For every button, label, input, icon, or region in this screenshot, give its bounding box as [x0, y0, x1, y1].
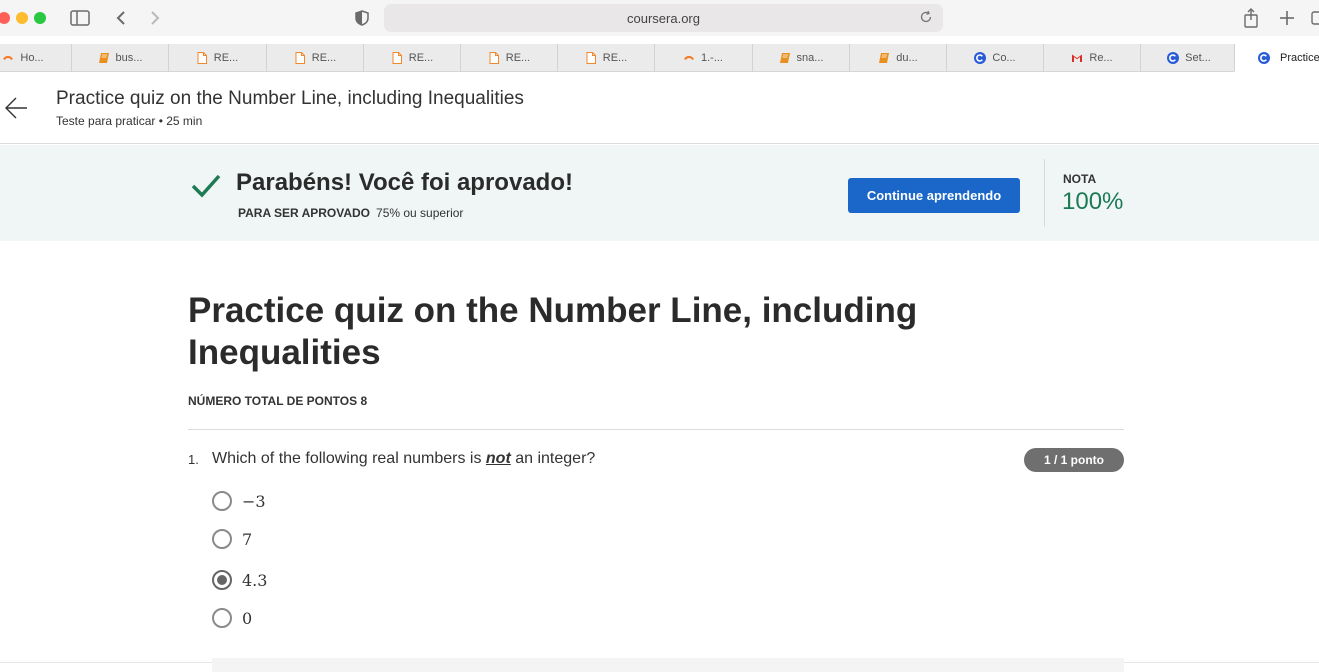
- new-tab-icon[interactable]: [1276, 6, 1298, 30]
- total-points: NÚMERO TOTAL DE PONTOS 8: [188, 394, 368, 408]
- header-subtitle: Teste para praticar • 25 min: [56, 114, 203, 128]
- grade-divider: [1044, 159, 1045, 227]
- tab-label: Practice: [1280, 51, 1319, 64]
- document-icon: [391, 52, 403, 64]
- answer-option-label: 0: [242, 608, 253, 628]
- tab-label: RE...: [213, 52, 239, 64]
- book-icon: [878, 52, 890, 64]
- share-icon[interactable]: [1240, 6, 1262, 30]
- answer-radio-selected[interactable]: [212, 570, 232, 590]
- answer-option-label: 4.3: [242, 570, 268, 590]
- tab[interactable]: bus...: [71, 44, 168, 72]
- document-icon: [488, 52, 500, 64]
- close-window-button[interactable]: [0, 12, 10, 24]
- question-text-after: an integer?: [510, 450, 596, 467]
- coursera-icon: [1258, 52, 1270, 64]
- pass-requirement: PARA SER APROVADO 75% ou superior: [238, 206, 463, 220]
- pass-requirement-value: 75% ou superior: [376, 206, 464, 220]
- section-divider: [188, 429, 1124, 430]
- tab-label: RE...: [311, 52, 337, 64]
- browser-back-icon[interactable]: [112, 6, 130, 30]
- document-icon: [585, 52, 597, 64]
- answer-option-label: 7: [242, 529, 253, 549]
- book-icon: [98, 52, 110, 64]
- tab[interactable]: sna...: [752, 44, 849, 72]
- pass-banner: Parabéns! Você foi aprovado! PARA SER AP…: [0, 145, 1319, 241]
- question-text: Which of the following real numbers is n…: [212, 450, 595, 468]
- tab-label: RE...: [505, 52, 531, 64]
- tab-label: bus...: [115, 52, 143, 64]
- tab[interactable]: RE...: [363, 44, 460, 72]
- tab[interactable]: Re...: [1043, 44, 1140, 72]
- tab-active[interactable]: Practice: [1234, 44, 1319, 72]
- grade-value: 100%: [1062, 188, 1124, 215]
- back-arrow-icon[interactable]: [4, 96, 28, 120]
- tab-bar: Ho... bus... RE... RE... RE... RE... RE... 1.-.…: [0, 44, 1319, 72]
- tab[interactable]: RE...: [557, 44, 654, 72]
- minimize-window-button[interactable]: [16, 12, 28, 24]
- tab[interactable]: 1.-...: [654, 44, 751, 72]
- tab[interactable]: RE...: [460, 44, 557, 72]
- checkmark-icon: [190, 171, 222, 201]
- tab-label: du...: [896, 52, 918, 64]
- tab[interactable]: RE...: [266, 44, 363, 72]
- header-title: Practice quiz on the Number Line, includ…: [56, 88, 524, 109]
- answer-radio[interactable]: [212, 491, 232, 511]
- browser-forward-icon[interactable]: [146, 6, 164, 30]
- tab[interactable]: du...: [849, 44, 946, 72]
- book-icon: [779, 52, 791, 64]
- question-text-emphasis: not: [485, 450, 511, 467]
- tab-label: sna...: [796, 52, 824, 64]
- reload-icon[interactable]: [919, 10, 935, 26]
- answer-option[interactable]: 4.3: [212, 569, 267, 591]
- tab-overview-icon[interactable]: [1310, 6, 1319, 30]
- grade-label: NOTA: [1063, 172, 1097, 186]
- tab[interactable]: Ho...: [0, 44, 71, 72]
- answer-option[interactable]: 7: [212, 528, 252, 550]
- tab[interactable]: Set...: [1140, 44, 1237, 72]
- answer-option-label: −3: [242, 491, 266, 511]
- tab[interactable]: Co...: [946, 44, 1043, 72]
- loading-ring-icon: [2, 52, 14, 64]
- tab-label: 1.-...: [700, 52, 723, 64]
- coursera-icon: [1167, 52, 1180, 64]
- pass-requirement-label: PARA SER APROVADO: [238, 206, 371, 220]
- question-score-badge: 1 / 1 ponto: [1024, 448, 1124, 472]
- tab-label: RE...: [602, 52, 628, 64]
- address-url: coursera.org: [627, 10, 700, 26]
- document-icon: [294, 52, 306, 64]
- pass-message: Parabéns! Você foi aprovado!: [236, 169, 573, 196]
- gmail-icon: [1071, 52, 1083, 64]
- answer-option[interactable]: 0: [212, 607, 252, 629]
- address-bar[interactable]: coursera.org: [384, 4, 943, 32]
- loading-ring-icon: [683, 52, 695, 64]
- zoom-window-button[interactable]: [34, 12, 46, 24]
- quiz-title: Practice quiz on the Number Line, includ…: [188, 291, 918, 372]
- answer-radio[interactable]: [212, 529, 232, 549]
- answer-option[interactable]: −3: [212, 490, 266, 512]
- next-question-box: [212, 658, 1124, 672]
- privacy-shield-icon[interactable]: [352, 6, 372, 30]
- continue-learning-button[interactable]: Continue aprendendo: [848, 178, 1020, 213]
- question-number: 1.: [188, 452, 199, 467]
- page-header: Practice quiz on the Number Line, includ…: [0, 72, 1319, 144]
- sidebar-toggle-icon[interactable]: [68, 6, 92, 30]
- question-text-before: Which of the following real numbers is: [212, 450, 486, 467]
- tab-label: Set...: [1185, 52, 1211, 64]
- answer-radio[interactable]: [212, 608, 232, 628]
- browser-toolbar: coursera.org: [0, 0, 1319, 36]
- tab-label: Re...: [1089, 52, 1113, 64]
- tab-label: RE...: [408, 52, 434, 64]
- tab[interactable]: RE...: [168, 44, 265, 72]
- document-icon: [196, 52, 208, 64]
- tab-label: Ho...: [20, 52, 44, 64]
- tab-label: Co...: [992, 52, 1016, 64]
- coursera-icon: [974, 52, 987, 64]
